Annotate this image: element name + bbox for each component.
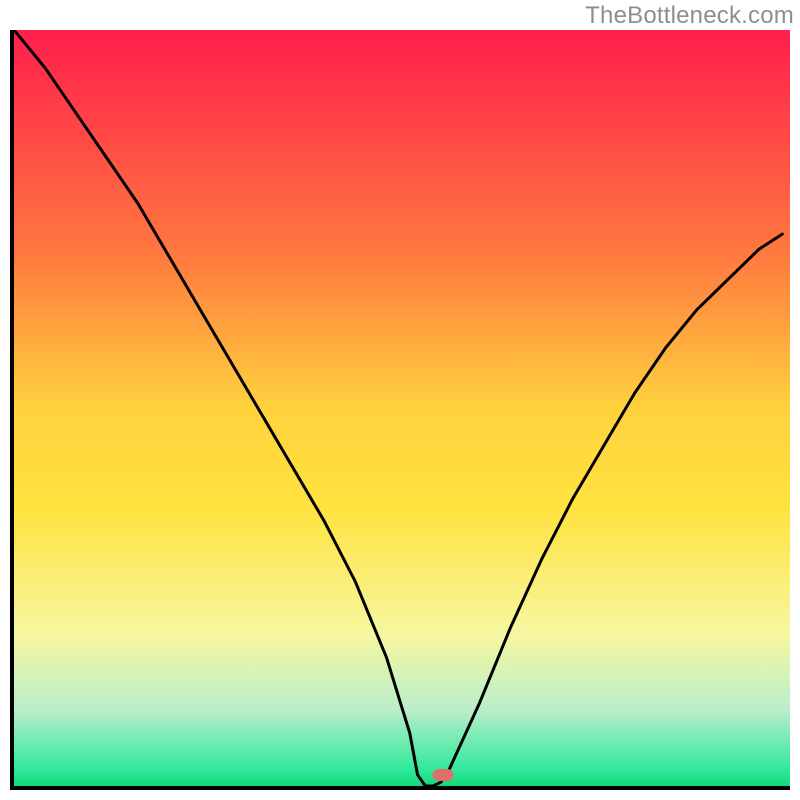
curve-layer	[14, 30, 790, 786]
watermark-text: TheBottleneck.com	[585, 2, 794, 30]
optimal-point-marker	[433, 769, 454, 781]
plot-area	[10, 30, 790, 790]
chart-container: TheBottleneck.com	[0, 0, 800, 800]
bottleneck-curve	[14, 30, 782, 786]
